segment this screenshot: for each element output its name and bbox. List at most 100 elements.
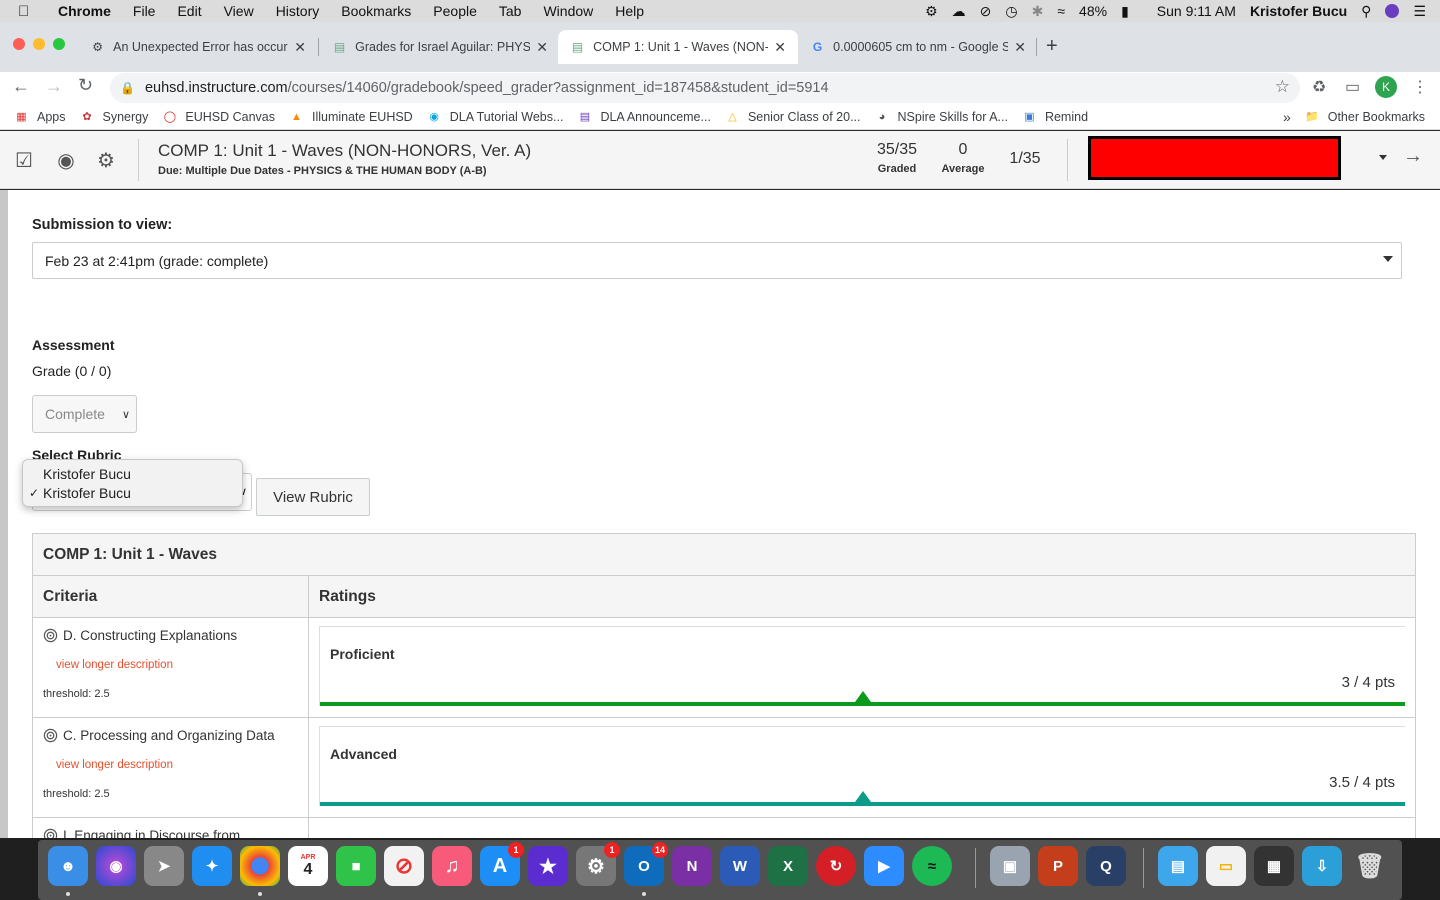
cloud-icon[interactable]: ☁: [952, 3, 966, 20]
rating-tier[interactable]: Proficient 3 / 4 pts: [319, 626, 1405, 706]
maximize-window-icon[interactable]: [53, 38, 65, 50]
zoom-icon[interactable]: ▶: [864, 846, 904, 886]
tab-close-icon[interactable]: ✕: [1014, 39, 1026, 56]
close-window-icon[interactable]: [13, 38, 25, 50]
battery-percent[interactable]: 48%: [1079, 3, 1107, 19]
menu-help[interactable]: Help: [615, 3, 644, 19]
complete-select[interactable]: Complete ∨: [32, 395, 137, 433]
menu-bookmarks[interactable]: Bookmarks: [341, 3, 411, 19]
bluetooth-icon[interactable]: ✱: [1032, 3, 1044, 20]
time-machine-icon[interactable]: ◷: [1005, 3, 1017, 20]
view-rubric-button[interactable]: View Rubric: [256, 478, 370, 516]
safari-icon[interactable]: ✦: [192, 846, 232, 886]
spotify-icon[interactable]: ≈: [912, 846, 952, 886]
spotlight-icon[interactable]: ⚲: [1361, 3, 1371, 20]
powerpoint-icon[interactable]: P: [1038, 846, 1078, 886]
appstore-icon[interactable]: A1: [480, 842, 524, 886]
bookmark-senior-class[interactable]: △ Senior Class of 20...: [725, 109, 860, 124]
bookmark-remind[interactable]: ▣ Remind: [1022, 109, 1088, 124]
menu-view[interactable]: View: [224, 3, 254, 19]
system-preferences-icon[interactable]: ⚙ 1: [576, 842, 620, 886]
onenote-icon[interactable]: N: [672, 846, 712, 886]
bookmark-synergy[interactable]: ✿ Synergy: [80, 109, 148, 124]
tab-speedgrader[interactable]: ▤ COMP 1: Unit 1 - Waves (NON-HONORS ✕: [558, 30, 798, 64]
extensions-puzzle-icon[interactable]: ♻: [1312, 77, 1326, 97]
cast-icon[interactable]: ▭: [1345, 77, 1360, 97]
quicktime-icon[interactable]: Q: [1086, 846, 1126, 886]
chrome-menu-icon[interactable]: ⋮: [1412, 77, 1428, 97]
cx-app-icon[interactable]: ↻: [816, 846, 856, 886]
tab-error[interactable]: ⚙ An Unexpected Error has occurred ✕: [78, 30, 318, 64]
minimize-window-icon[interactable]: [33, 38, 45, 50]
outlook-icon[interactable]: O 14: [624, 842, 668, 886]
menu-people[interactable]: People: [433, 3, 477, 19]
student-dropdown-caret-icon[interactable]: [1379, 155, 1387, 160]
assignment-title[interactable]: COMP 1: Unit 1 - Waves (NON-HONORS, Ver.…: [158, 141, 531, 161]
music-icon[interactable]: ♫: [432, 846, 472, 886]
finder-icon[interactable]: ☻: [48, 846, 88, 886]
menu-app-name[interactable]: Chrome: [58, 3, 111, 19]
bookmark-euhsd-canvas[interactable]: ◯ EUHSD Canvas: [162, 109, 275, 124]
bookmark-apps[interactable]: ▦ Apps: [14, 109, 65, 124]
view-longer-description-link[interactable]: view longer description: [56, 759, 173, 771]
bookmark-other[interactable]: 📁 Other Bookmarks: [1305, 109, 1425, 124]
siri-icon[interactable]: ◉: [96, 846, 136, 886]
word-icon[interactable]: W: [720, 846, 760, 886]
settings-gear-icon[interactable]: ⚙: [93, 147, 119, 173]
profile-avatar[interactable]: K: [1375, 76, 1397, 98]
eye-icon[interactable]: ◉: [53, 147, 79, 173]
back-arrow-icon[interactable]: ←: [12, 76, 30, 97]
tab-grades[interactable]: ▤ Grades for Israel Aguilar: PHYSICS ✕: [320, 30, 560, 64]
menubar-user[interactable]: Kristofer Bucu: [1250, 3, 1347, 19]
excel-icon[interactable]: X: [768, 846, 808, 886]
submission-select[interactable]: Feb 23 at 2:41pm (grade: complete): [32, 242, 1402, 279]
news-icon[interactable]: ⊘: [384, 846, 424, 886]
bookmarks-overflow[interactable]: »: [1283, 109, 1291, 125]
bookmark-dla-announcements[interactable]: ▤ DLA Announceme...: [577, 109, 711, 124]
chrome-icon[interactable]: [240, 846, 280, 886]
rating-tier[interactable]: Advanced 3.5 / 4 pts: [319, 726, 1405, 806]
clock[interactable]: Sun 9:11 AM: [1157, 3, 1236, 19]
image-stack-icon[interactable]: ▦: [1254, 846, 1294, 886]
tab-close-icon[interactable]: ✕: [294, 39, 306, 56]
forward-arrow-icon[interactable]: →: [45, 76, 63, 97]
control-center-icon[interactable]: ☰: [1413, 3, 1426, 20]
rubric-option-selected[interactable]: ✓ Kristofer Bucu: [23, 483, 242, 502]
bookmark-illuminate[interactable]: ▲ Illuminate EUHSD: [289, 109, 413, 124]
siri-icon[interactable]: [1385, 4, 1400, 18]
gradebook-icon[interactable]: ☑: [11, 147, 37, 173]
imovie-icon[interactable]: ★: [528, 846, 568, 886]
wifi-icon[interactable]: ≈: [1057, 3, 1065, 19]
tab-google[interactable]: G 0.0000605 cm to nm - Google Search ✕: [798, 30, 1038, 64]
bookmark-star-icon[interactable]: ☆: [1275, 77, 1290, 97]
bookmark-nspire[interactable]: ◕ NSpire Skills for A...: [875, 109, 1008, 124]
downloads-icon[interactable]: ⇩: [1302, 846, 1342, 886]
left-resize-strip[interactable]: [0, 190, 8, 838]
status-gear-icon[interactable]: ⚙: [925, 3, 938, 20]
menu-tab[interactable]: Tab: [499, 3, 522, 19]
bookmark-dla-tutorial[interactable]: ◉ DLA Tutorial Webs...: [427, 109, 563, 124]
facetime-icon[interactable]: ■: [336, 846, 376, 886]
menu-edit[interactable]: Edit: [177, 3, 201, 19]
tab-close-icon[interactable]: ✕: [536, 39, 548, 56]
reload-icon[interactable]: ↻: [78, 75, 93, 96]
next-student-arrow-icon[interactable]: →: [1403, 145, 1423, 168]
preview-icon[interactable]: ▣: [990, 846, 1030, 886]
dnd-icon[interactable]: ⊘: [980, 3, 992, 20]
view-longer-description-link[interactable]: view longer description: [56, 659, 173, 671]
new-tab-plus-icon[interactable]: +: [1046, 35, 1058, 58]
rubric-option[interactable]: Kristofer Bucu: [23, 464, 242, 483]
slides-file-icon[interactable]: ▭: [1206, 846, 1246, 886]
launchpad-icon[interactable]: ➤: [144, 846, 184, 886]
apple-icon[interactable]: : [18, 3, 38, 20]
trash-icon[interactable]: 🗑: [1350, 846, 1390, 886]
url-bar[interactable]: 🔒 euhsd.instructure.com /courses/14060/g…: [110, 73, 1300, 103]
menu-history[interactable]: History: [276, 3, 320, 19]
tab-close-icon[interactable]: ✕: [774, 39, 786, 56]
battery-icon[interactable]: ▮: [1121, 3, 1129, 20]
calendar-icon[interactable]: APR 4: [288, 846, 328, 886]
redacted-student-select[interactable]: [1088, 136, 1341, 180]
lock-icon[interactable]: 🔒: [120, 81, 135, 95]
menu-file[interactable]: File: [133, 3, 156, 19]
folder-dock-icon[interactable]: ▤: [1158, 846, 1198, 886]
